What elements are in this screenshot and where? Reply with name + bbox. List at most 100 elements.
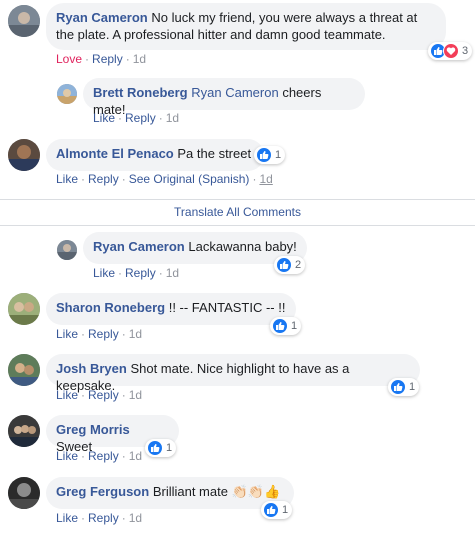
timestamp[interactable]: 1d xyxy=(129,449,142,463)
see-original-link[interactable]: See Original (Spanish) xyxy=(129,172,250,186)
separator: · xyxy=(121,388,126,402)
mention-link[interactable]: Ryan Cameron xyxy=(191,85,278,100)
reply-link[interactable]: Reply xyxy=(125,266,156,280)
reaction-summary[interactable]: 1 xyxy=(145,439,177,457)
reply-link[interactable]: Reply xyxy=(88,388,119,402)
comment-bubble: Brett Roneberg Ryan Cameron cheers mate! xyxy=(83,78,365,117)
comment-text: Brilliant mate xyxy=(152,484,228,499)
comment-actions: Like · Reply · 1d xyxy=(56,511,142,525)
divider xyxy=(0,225,475,226)
reaction-count: 2 xyxy=(295,259,302,271)
separator: · xyxy=(81,449,86,463)
comment-actions: Like · Reply · 1d xyxy=(56,449,142,463)
reply-link[interactable]: Reply xyxy=(92,52,123,66)
like-reaction-icon xyxy=(276,257,292,273)
reply-link[interactable]: Reply xyxy=(88,511,119,525)
avatar-ryan-cameron[interactable] xyxy=(57,240,77,260)
timestamp[interactable]: 1d xyxy=(129,511,142,525)
timestamp[interactable]: 1d xyxy=(129,327,142,341)
avatar-brett-roneberg[interactable] xyxy=(57,84,77,104)
divider xyxy=(0,199,475,200)
reply-link[interactable]: Reply xyxy=(88,327,119,341)
comment-actions: Like · Reply · See Original (Spanish) · 1d xyxy=(56,172,273,186)
commenter-name[interactable]: Josh Bryen xyxy=(56,361,127,376)
timestamp[interactable]: 1d xyxy=(133,52,146,66)
commenter-name[interactable]: Brett Roneberg xyxy=(93,85,188,100)
reaction-summary[interactable]: 3 xyxy=(428,42,473,60)
comment-actions: Like · Reply · 1d xyxy=(93,266,179,280)
separator: · xyxy=(118,266,123,280)
reaction-count: 1 xyxy=(275,149,282,161)
reply-link[interactable]: Reply xyxy=(88,172,119,186)
avatar-josh-bryen[interactable] xyxy=(8,354,40,386)
reaction-count: 1 xyxy=(166,442,173,454)
comment-bubble: Sharon Roneberg !! -- FANTASTIC -- !! xyxy=(46,293,296,325)
avatar-greg-ferguson[interactable] xyxy=(8,477,40,509)
separator: · xyxy=(81,511,86,525)
timestamp[interactable]: 1d xyxy=(166,266,179,280)
clapping-thumbs-up-emoji: 👏🏻👏🏻👍 xyxy=(231,484,281,499)
like-reaction-icon xyxy=(256,147,272,163)
reaction-summary[interactable]: 2 xyxy=(274,256,306,274)
reaction-summary[interactable]: 1 xyxy=(270,317,302,335)
avatar-photo xyxy=(8,415,40,447)
separator: · xyxy=(118,111,123,125)
avatar-photo xyxy=(8,293,40,325)
timestamp[interactable]: 1d xyxy=(259,172,272,186)
commenter-name[interactable]: Ryan Cameron xyxy=(93,239,185,254)
comment-actions: Love · Reply · 1d xyxy=(56,52,146,66)
avatar-photo xyxy=(8,477,40,509)
like-reaction-icon xyxy=(147,440,163,456)
reaction-count: 3 xyxy=(462,45,469,57)
separator: · xyxy=(85,52,90,66)
separator: · xyxy=(81,172,86,186)
separator: · xyxy=(125,52,130,66)
avatar-almonte-el-penaco[interactable] xyxy=(8,139,40,171)
commenter-name[interactable]: Ryan Cameron xyxy=(56,10,148,25)
comment-text: !! -- FANTASTIC -- !! xyxy=(168,300,286,315)
separator: · xyxy=(121,449,126,463)
love-action[interactable]: Love xyxy=(56,52,82,66)
reaction-count: 1 xyxy=(282,504,289,516)
commenter-name[interactable]: Sharon Roneberg xyxy=(56,300,165,315)
comment-bubble: Almonte El Penaco Pa the street xyxy=(46,139,264,171)
reaction-summary[interactable]: 1 xyxy=(254,146,286,164)
avatar-photo xyxy=(8,354,40,386)
timestamp[interactable]: 1d xyxy=(129,388,142,402)
like-link[interactable]: Like xyxy=(56,327,78,341)
reply-link[interactable]: Reply xyxy=(88,449,119,463)
comment-bubble: Josh Bryen Shot mate. Nice highlight to … xyxy=(46,354,420,393)
separator: · xyxy=(81,327,86,341)
love-reaction-icon xyxy=(443,43,459,59)
avatar-greg-morris[interactable] xyxy=(8,415,40,447)
like-link[interactable]: Like xyxy=(93,111,115,125)
reaction-count: 1 xyxy=(409,381,416,393)
commenter-name[interactable]: Greg Morris xyxy=(56,422,130,437)
separator: · xyxy=(81,388,86,402)
avatar-ryan-cameron[interactable] xyxy=(8,5,40,37)
like-reaction-icon xyxy=(390,379,406,395)
comment-actions: Like · Reply · 1d xyxy=(56,327,142,341)
like-link[interactable]: Like xyxy=(56,511,78,525)
translate-all-comments-link[interactable]: Translate All Comments xyxy=(0,205,475,219)
comment-bubble: Ryan Cameron Lackawanna baby! xyxy=(83,232,307,264)
separator: · xyxy=(252,172,257,186)
like-link[interactable]: Like xyxy=(93,266,115,280)
like-link[interactable]: Like xyxy=(56,172,78,186)
avatar-sharon-roneberg[interactable] xyxy=(8,293,40,325)
comment-text: Pa the street xyxy=(177,146,252,161)
comment-actions: Like · Reply · 1d xyxy=(93,111,179,125)
commenter-name[interactable]: Almonte El Penaco xyxy=(56,146,174,161)
timestamp[interactable]: 1d xyxy=(166,111,179,125)
like-link[interactable]: Like xyxy=(56,449,78,463)
avatar-photo xyxy=(8,139,40,171)
reaction-summary[interactable]: 1 xyxy=(388,378,420,396)
comment-bubble: Greg Ferguson Brilliant mate 👏🏻👏🏻👍 xyxy=(46,477,294,509)
reaction-summary[interactable]: 1 xyxy=(261,501,293,519)
like-link[interactable]: Like xyxy=(56,388,78,402)
commenter-name[interactable]: Greg Ferguson xyxy=(56,484,149,499)
comment-actions: Like · Reply · 1d xyxy=(56,388,142,402)
avatar-photo xyxy=(8,5,40,37)
like-reaction-icon xyxy=(263,502,279,518)
reply-link[interactable]: Reply xyxy=(125,111,156,125)
